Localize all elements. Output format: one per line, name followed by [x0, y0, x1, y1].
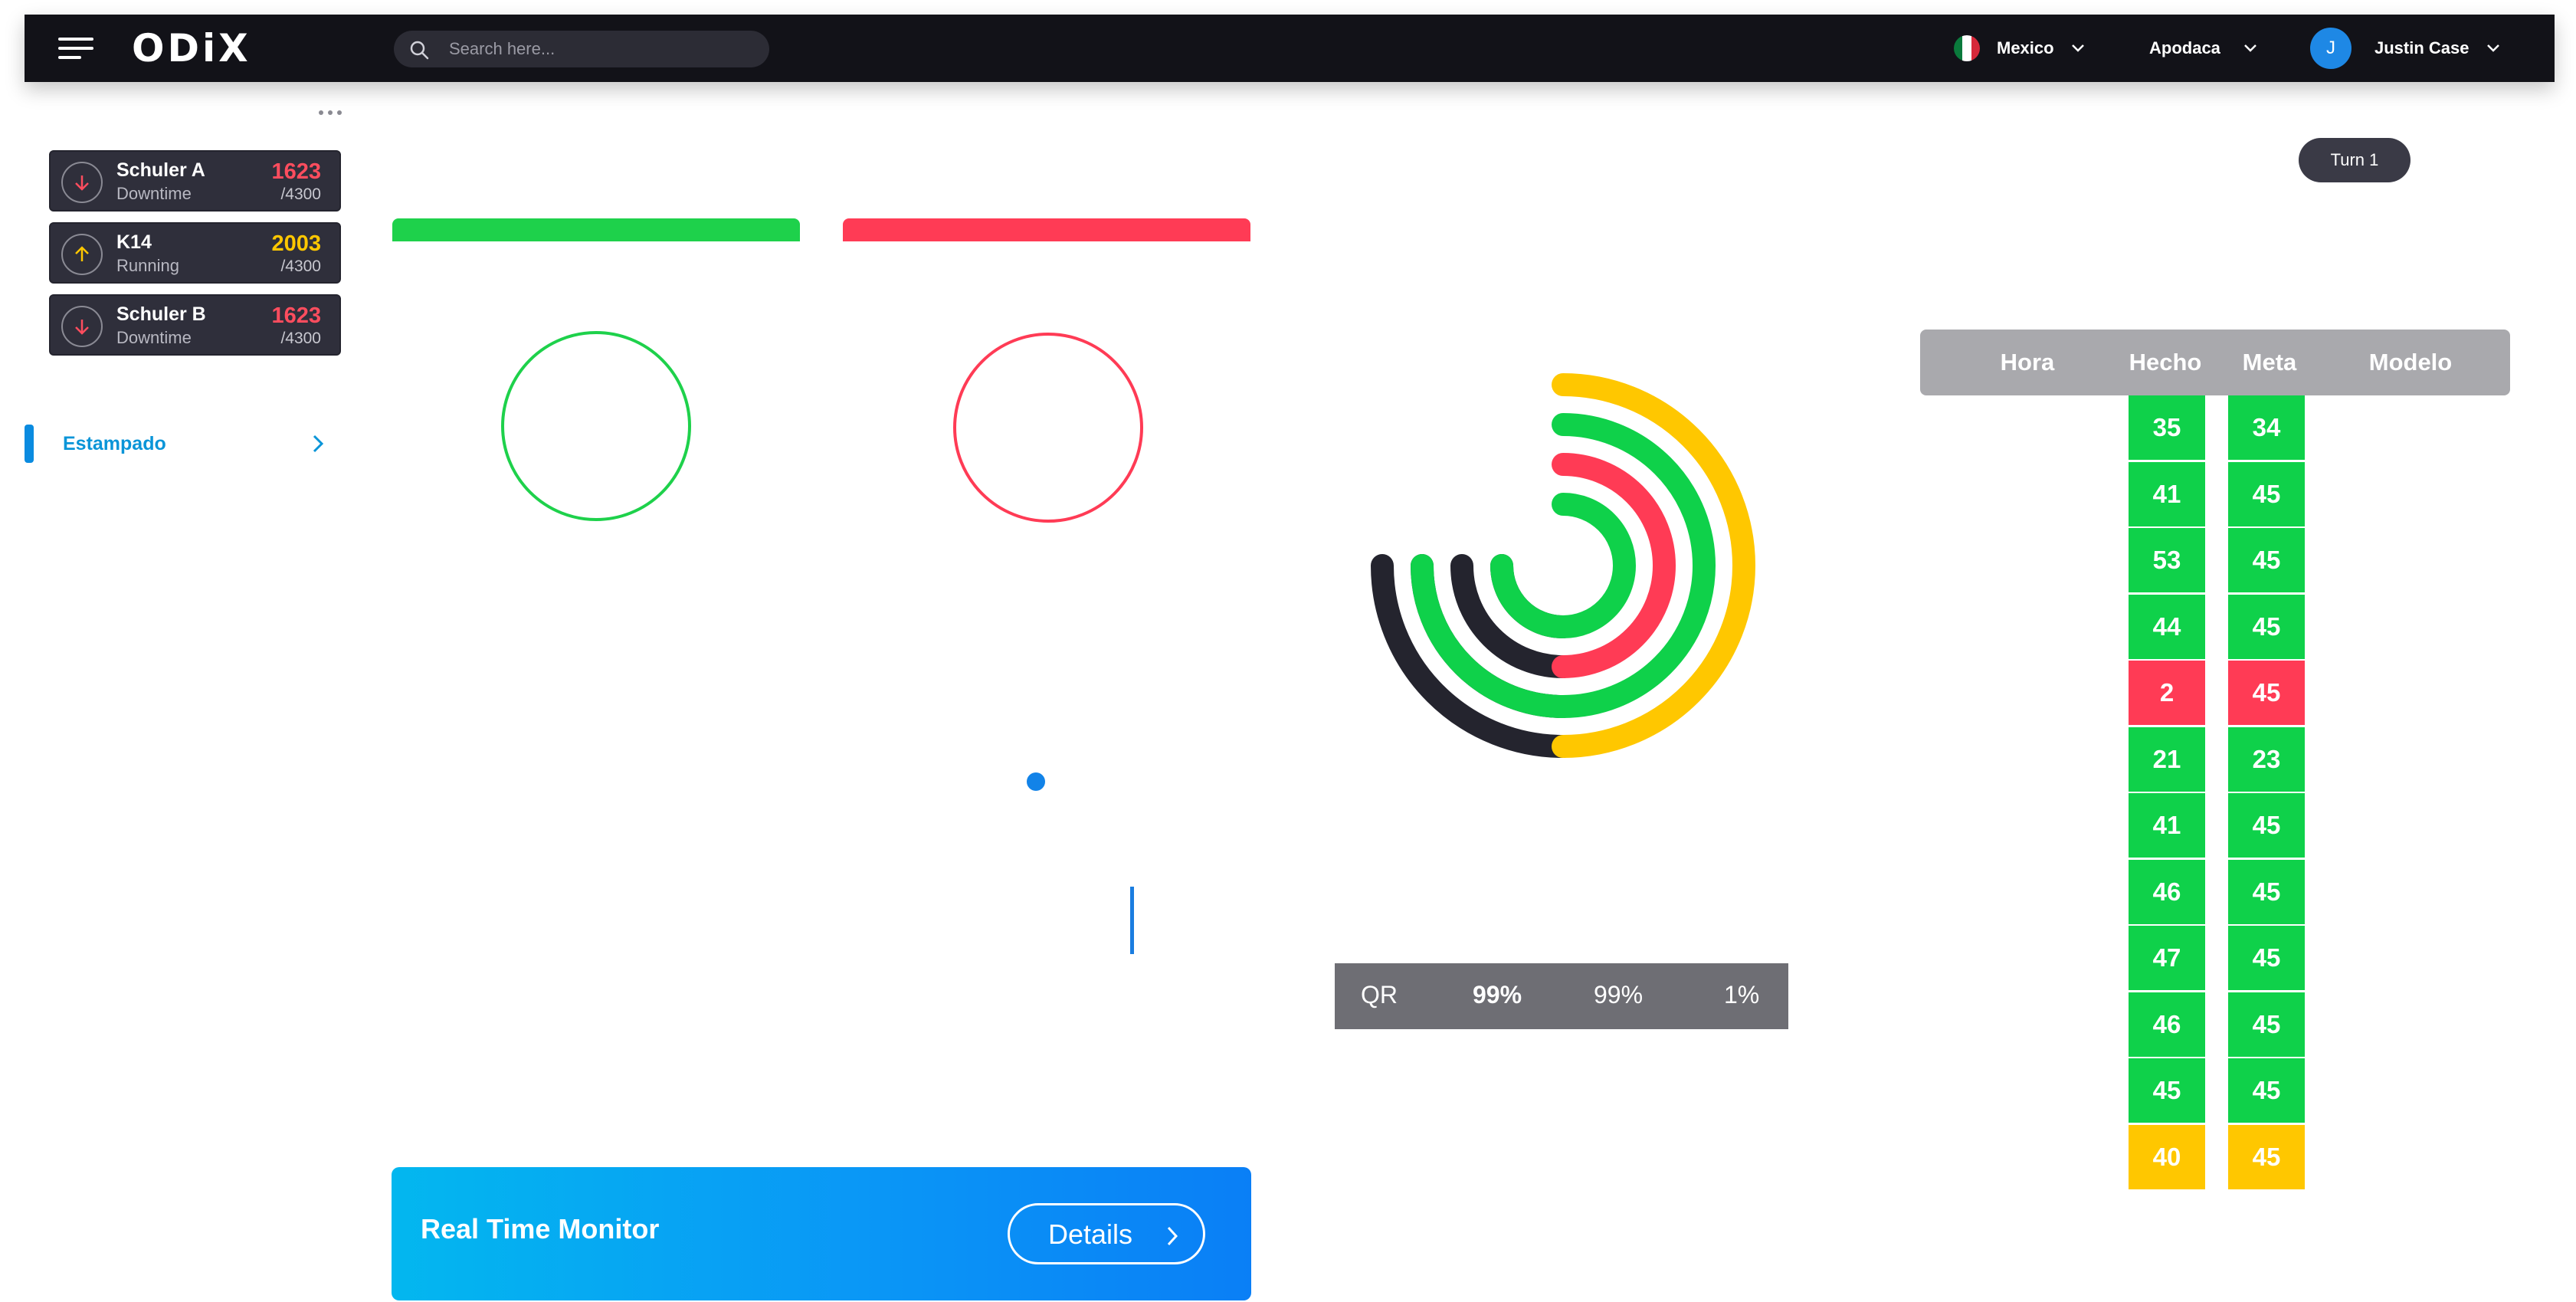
table-cell-meta: 45	[2228, 859, 2305, 924]
top-bar: ODiX Mexico Apodaca J Justin Case	[25, 15, 2555, 82]
chevron-down-icon	[2486, 44, 2499, 52]
turn-button[interactable]: Turn 1	[2299, 138, 2410, 182]
table-cell-meta: 45	[2228, 926, 2305, 990]
table-cell-meta: 45	[2228, 992, 2305, 1057]
table-cell-hecho: 45	[2129, 1058, 2205, 1123]
indicator-dot	[1027, 772, 1045, 791]
table-cell-meta: 34	[2228, 395, 2305, 460]
card-title: Real Time Monitor	[421, 1213, 660, 1245]
plant-label: Apodaca	[2149, 38, 2220, 57]
details-label: Details	[1048, 1218, 1133, 1250]
search-icon	[410, 41, 429, 60]
machine-count: 1623	[271, 159, 321, 184]
plant-selector[interactable]: Apodaca	[2149, 15, 2257, 82]
status-ring-green	[501, 331, 691, 521]
table-cell-meta: 45	[2228, 793, 2305, 858]
qr-label: QR	[1361, 981, 1398, 1008]
machine-total: /4300	[280, 185, 321, 203]
qr-value-tertiary: 1%	[1724, 981, 1760, 1008]
search-input[interactable]	[449, 31, 755, 67]
status-bar-green	[392, 218, 800, 241]
real-time-monitor-card: Real Time Monitor Details	[392, 1167, 1251, 1300]
avatar: J	[2310, 28, 2352, 69]
machine-count: 2003	[271, 231, 321, 256]
sidebar-item-label: Estampado	[63, 433, 166, 454]
table-cell-meta: 45	[2228, 461, 2305, 526]
column-meta: Meta	[2242, 349, 2297, 376]
machine-name: K14	[116, 231, 152, 253]
column-modelo: Modelo	[2368, 349, 2453, 376]
machine-status: Running	[116, 256, 179, 275]
column-hora: Hora	[2000, 349, 2055, 376]
table-cell-meta: 45	[2228, 1058, 2305, 1123]
machine-status: Downtime	[116, 328, 192, 347]
arrow-down-icon	[61, 162, 103, 203]
machine-total: /4300	[280, 257, 321, 275]
status-bar-red	[843, 218, 1250, 241]
machine-card[interactable]: Schuler B Downtime 1623/4300	[49, 294, 341, 356]
table-cell-hecho: 35	[2129, 395, 2205, 460]
table-cell-hecho: 21	[2129, 726, 2205, 792]
user-menu[interactable]: J Justin Case	[2310, 15, 2500, 82]
table-cell-hecho: 47	[2129, 926, 2205, 990]
app-logo[interactable]: ODiX	[132, 27, 251, 70]
machine-card[interactable]: K14 Running 2003/4300	[49, 222, 341, 284]
chevron-down-icon	[2071, 44, 2084, 52]
details-button[interactable]: Details	[1008, 1203, 1205, 1264]
country-selector[interactable]: Mexico	[1954, 15, 2085, 82]
table-cell-meta: 45	[2228, 1124, 2305, 1189]
mexico-flag-icon	[1954, 35, 1980, 61]
table-cell-meta: 45	[2228, 594, 2305, 659]
radial-ring	[1490, 493, 1636, 638]
chevron-right-icon	[1167, 1226, 1178, 1246]
table-cell-hecho: 44	[2129, 594, 2205, 659]
machine-count: 1623	[271, 303, 321, 328]
table-cell-hecho: 46	[2129, 859, 2205, 924]
qr-summary: QR 99% 99% 1%	[1335, 963, 1788, 1029]
qr-value-secondary: 99%	[1594, 981, 1644, 1008]
chevron-right-icon	[313, 435, 324, 453]
menu-icon[interactable]	[58, 38, 93, 59]
status-ring-red	[953, 333, 1143, 523]
table-cell-meta: 45	[2228, 661, 2305, 725]
arrow-up-icon	[61, 234, 103, 275]
user-name: Justin Case	[2374, 38, 2469, 57]
machine-name: Schuler B	[116, 303, 206, 325]
table-cell-meta: 23	[2228, 726, 2305, 792]
sidebar-item-estampado[interactable]: Estampado	[25, 425, 341, 463]
radial-progress-chart	[1371, 373, 1755, 758]
table-cell-hecho: 41	[2129, 461, 2205, 526]
country-label: Mexico	[1997, 38, 2054, 57]
machine-card[interactable]: Schuler A Downtime 1623/4300	[49, 150, 341, 212]
table-cell-hecho: 2	[2129, 661, 2205, 725]
table-cell-hecho: 40	[2129, 1124, 2205, 1189]
active-indicator	[25, 425, 34, 463]
machine-status: Downtime	[116, 184, 192, 203]
table-cell-hecho: 46	[2129, 992, 2205, 1057]
qr-value-primary: 99%	[1473, 981, 1522, 1008]
indicator-line	[1130, 887, 1134, 954]
arrow-down-icon	[61, 306, 103, 347]
table-cell-hecho: 41	[2129, 793, 2205, 858]
search-bar[interactable]	[394, 31, 769, 67]
machine-name: Schuler A	[116, 159, 205, 181]
machine-total: /4300	[280, 330, 321, 347]
table-cell-meta: 45	[2228, 528, 2305, 592]
table-header: Hora Hecho Meta Modelo	[1920, 330, 2510, 395]
more-options-icon[interactable]	[319, 108, 345, 116]
chevron-down-icon	[2244, 44, 2256, 52]
table-cell-hecho: 53	[2129, 528, 2205, 592]
